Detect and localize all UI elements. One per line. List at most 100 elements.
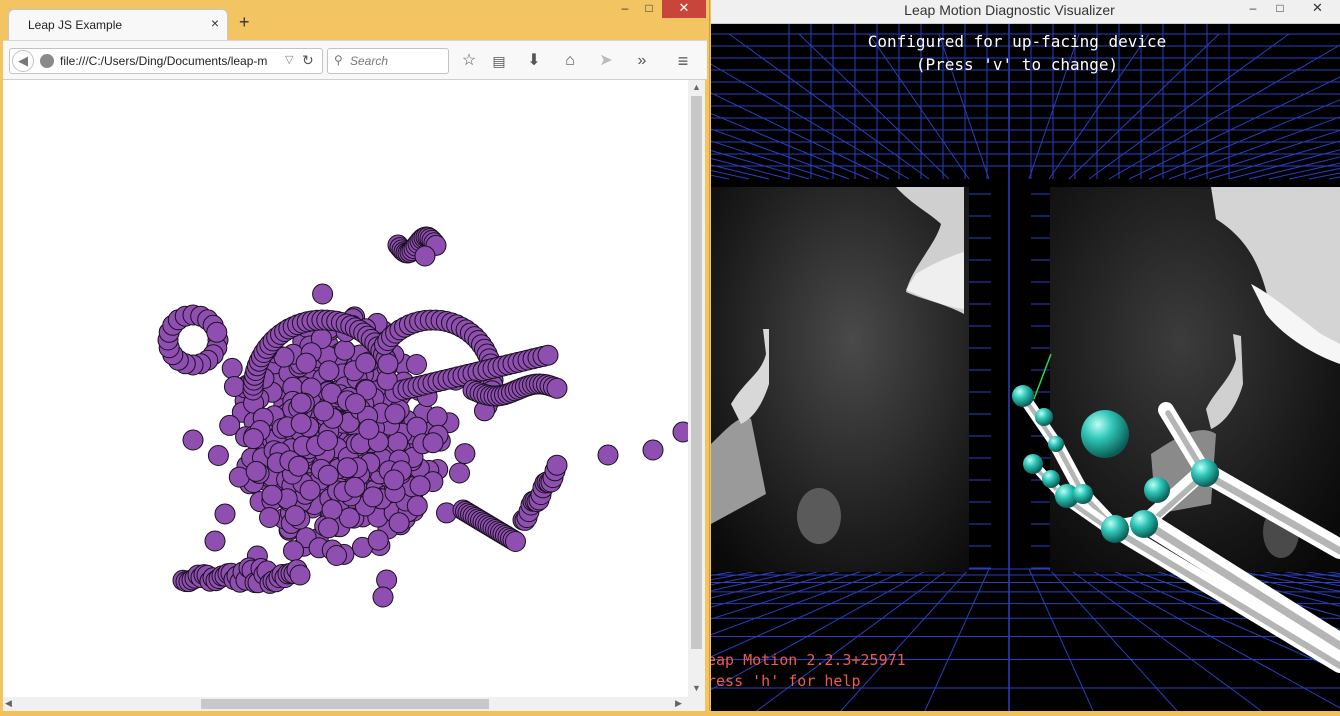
trail-point — [242, 428, 264, 450]
trail-point — [406, 495, 428, 517]
trail-point — [358, 418, 380, 440]
help-hint-text: ress 'h' for help — [711, 672, 861, 690]
url-bar[interactable]: ◀ file:///C:/Users/Ding/Documents/leap-m… — [9, 48, 323, 74]
new-tab-icon[interactable]: + — [239, 12, 250, 33]
trail-point — [284, 505, 306, 527]
trail-point — [290, 392, 312, 414]
search-icon: ⚲ — [334, 53, 343, 67]
trail-point — [318, 517, 339, 539]
trail-point — [221, 357, 243, 379]
reload-icon[interactable]: ↻ — [302, 52, 314, 69]
horizontal-scroll-thumb[interactable] — [201, 699, 489, 709]
reading-list-icon[interactable]: ▤ — [488, 50, 510, 72]
trail-point — [261, 484, 283, 506]
trail-point — [426, 406, 448, 428]
trail-point — [223, 376, 245, 397]
version-text: eap Motion 2.2.3+25971 — [711, 651, 906, 669]
trail-point — [537, 344, 559, 366]
trail-point — [214, 503, 236, 525]
trail-point — [362, 486, 384, 508]
trail-point — [317, 430, 338, 451]
visualizer-window: Leap Motion Diagnostic Visualizer – □ ✕ — [0, 0, 1340, 716]
send-icon[interactable]: ➤ — [595, 50, 617, 72]
trail-point — [289, 564, 311, 586]
trail-point — [299, 479, 321, 501]
maximize-button[interactable]: □ — [638, 0, 660, 18]
visualizer-scene: Configured for up-facing device (Press '… — [0, 24, 1340, 716]
trail-point — [546, 377, 568, 399]
minimize-button[interactable]: – — [1242, 0, 1264, 18]
trail-point — [326, 545, 347, 566]
search-box[interactable]: ⚲ Search — [327, 48, 449, 74]
trail-point — [377, 353, 399, 375]
tab-strip: Leap JS Example × + – □ ✕ — [0, 0, 710, 40]
trail-point — [409, 475, 431, 497]
visualizer-canvas[interactable]: Configured for up-facing device (Press '… — [0, 24, 1340, 716]
trail-point — [372, 586, 394, 608]
trail-point — [505, 531, 526, 552]
trail-point — [290, 412, 312, 434]
trail-point — [337, 457, 358, 479]
bookmark-star-icon[interactable]: ☆ — [458, 50, 480, 72]
trail-point — [388, 512, 410, 534]
trail-point — [318, 360, 340, 382]
trail-point — [313, 400, 335, 422]
trail-point — [414, 245, 436, 267]
trail-point — [283, 540, 304, 562]
vertical-scroll-thumb[interactable] — [691, 96, 702, 649]
search-input[interactable]: Search — [350, 54, 388, 68]
home-icon[interactable]: ⌂ — [559, 50, 581, 72]
trail-point — [454, 443, 476, 465]
trail-point — [317, 464, 339, 486]
trail-point — [288, 455, 310, 477]
trail-point — [207, 445, 229, 466]
trail-point — [334, 339, 356, 361]
download-icon[interactable]: ⬇ — [523, 50, 545, 72]
trail-point — [245, 460, 267, 482]
visualizer-titlebar: Leap Motion Diagnostic Visualizer – □ ✕ — [711, 0, 1340, 24]
tab-title: Leap JS Example — [28, 18, 123, 32]
globe-icon — [40, 54, 54, 68]
trail-point — [449, 462, 470, 484]
window-title: Leap Motion Diagnostic Visualizer — [904, 2, 1115, 18]
back-arrow-icon[interactable]: ◀ — [12, 50, 34, 72]
config-hint-line: (Press 'v' to change) — [915, 55, 1119, 74]
close-button[interactable]: ✕ — [662, 0, 706, 18]
history-dropdown-icon[interactable]: ▽ — [285, 53, 293, 66]
trail-point — [259, 507, 280, 528]
vertical-scrollbar[interactable]: ▲ ▼ — [688, 80, 705, 697]
trail-point — [597, 444, 619, 466]
close-button[interactable]: ✕ — [1295, 0, 1340, 18]
trail-point — [345, 393, 366, 415]
trail-point — [295, 352, 317, 374]
trail-point — [672, 421, 688, 443]
trail-point — [406, 354, 427, 375]
horizontal-scrollbar[interactable]: ◀ ▶ — [3, 697, 705, 711]
trail-point — [182, 429, 204, 451]
page-content — [3, 80, 688, 697]
overflow-chevron-icon[interactable]: » — [631, 50, 653, 72]
leap-point-trail-canvas — [157, 226, 688, 608]
trail-point — [344, 476, 366, 498]
tab-leap-js-example[interactable]: Leap JS Example × — [8, 9, 228, 40]
trail-point — [312, 283, 334, 305]
tab-close-icon[interactable]: × — [211, 15, 219, 31]
trail-point — [367, 529, 389, 551]
scroll-down-arrow-icon[interactable]: ▼ — [692, 683, 701, 693]
menu-icon[interactable]: ≡ — [672, 50, 694, 72]
navigation-toolbar: ◀ file:///C:/Users/Ding/Documents/leap-m… — [3, 40, 707, 80]
maximize-button[interactable]: □ — [1269, 0, 1291, 18]
scroll-up-arrow-icon[interactable]: ▲ — [692, 82, 701, 92]
trail-point — [321, 499, 343, 521]
trail-point — [376, 569, 398, 591]
scroll-left-arrow-icon[interactable]: ◀ — [5, 698, 12, 709]
trail-point — [384, 403, 406, 425]
config-status-line: Configured for up-facing device — [867, 32, 1167, 51]
scroll-right-arrow-icon[interactable]: ▶ — [675, 698, 682, 709]
minimize-button[interactable]: – — [614, 0, 636, 18]
trail-point — [206, 321, 228, 343]
trail-point — [204, 530, 226, 552]
trail-point — [546, 454, 568, 476]
url-text[interactable]: file:///C:/Users/Ding/Documents/leap-m — [60, 54, 280, 68]
trail-point — [422, 432, 444, 454]
